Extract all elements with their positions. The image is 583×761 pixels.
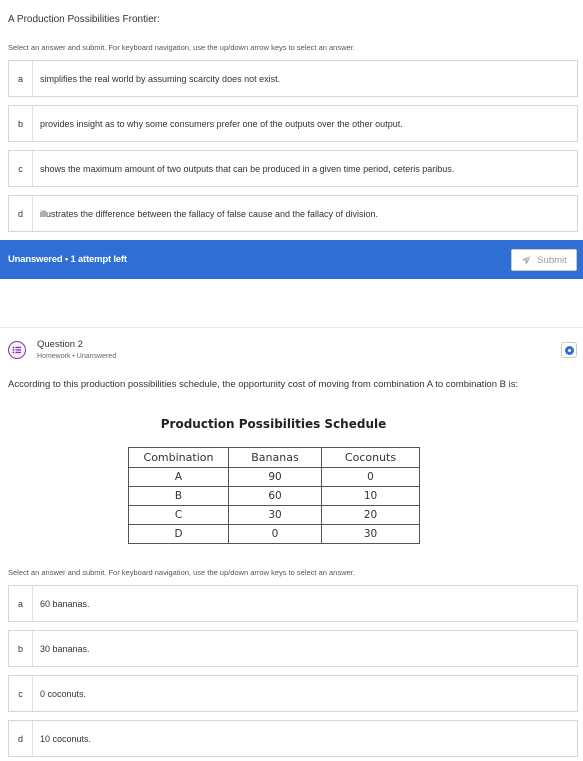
table-row: C 30 20 <box>128 505 420 525</box>
section-divider <box>0 327 583 328</box>
send-icon <box>522 255 532 265</box>
table-row: D 0 30 <box>128 524 420 544</box>
question-2-subtitle: Homework • Unanswered <box>37 353 117 360</box>
header-cell: Bananas <box>228 447 322 468</box>
q1-option-c[interactable]: c shows the maximum amount of two output… <box>8 150 578 187</box>
question-list-icon <box>8 341 26 359</box>
table-title: Production Possibilities Schedule <box>160 417 387 431</box>
table-row: A 90 0 <box>128 467 420 487</box>
option-letter: a <box>9 586 33 621</box>
table-cell: 60 <box>228 486 322 506</box>
option-letter: d <box>9 721 33 756</box>
table-cell: 30 <box>228 505 322 525</box>
option-letter: b <box>9 631 33 666</box>
option-text: simplifies the real world by assuming sc… <box>40 73 281 84</box>
table-header-row: Combination Bananas Coconuts <box>128 447 420 468</box>
option-text: 60 bananas. <box>40 598 90 609</box>
option-letter: d <box>9 196 33 231</box>
q1-option-d[interactable]: d illustrates the difference between the… <box>8 195 578 232</box>
table-cell: 10 <box>321 486 420 506</box>
q2-option-c[interactable]: c 0 coconuts. <box>8 675 578 712</box>
option-text: provides insight as to why some consumer… <box>40 118 403 129</box>
question-1-title: A Production Possibilities Frontier: <box>8 14 160 25</box>
option-letter: c <box>9 151 33 186</box>
info-button[interactable] <box>561 342 577 358</box>
option-letter: a <box>9 61 33 96</box>
table-cell: 0 <box>321 467 420 487</box>
option-text: 10 coconuts. <box>40 733 92 744</box>
table-cell: 30 <box>321 524 420 544</box>
q2-option-b[interactable]: b 30 bananas. <box>8 630 578 667</box>
table-cell: C <box>128 505 229 525</box>
option-text: 0 coconuts. <box>40 688 87 699</box>
table-cell: D <box>128 524 229 544</box>
submit-label: Submit <box>537 254 567 266</box>
info-icon <box>564 345 574 355</box>
table-cell: 90 <box>228 467 322 487</box>
q2-option-d[interactable]: d 10 coconuts. <box>8 720 578 757</box>
table-row: B 60 10 <box>128 486 420 506</box>
q1-option-a[interactable]: a simplifies the real world by assuming … <box>8 60 578 97</box>
option-text: shows the maximum amount of two outputs … <box>40 163 455 174</box>
table-cell: A <box>128 467 229 487</box>
question-2-instructions: Select an answer and submit. For keyboar… <box>8 568 355 577</box>
option-letter: c <box>9 676 33 711</box>
option-text: illustrates the difference between the f… <box>40 208 379 219</box>
question-1-instructions: Select an answer and submit. For keyboar… <box>8 43 355 52</box>
option-letter: b <box>9 106 33 141</box>
status-bar: Unanswered • 1 attempt left Submit <box>0 240 583 279</box>
submit-button[interactable]: Submit <box>511 249 577 271</box>
table-cell: B <box>128 486 229 506</box>
question-2-prompt: According to this production possibiliti… <box>8 379 519 390</box>
question-2-title: Question 2 <box>37 339 83 350</box>
table-cell: 20 <box>321 505 420 525</box>
header-cell: Combination <box>128 447 229 468</box>
q1-option-b[interactable]: b provides insight as to why some consum… <box>8 105 578 142</box>
attempt-status: Unanswered • 1 attempt left <box>8 254 127 265</box>
production-schedule-table: Combination Bananas Coconuts A 90 0 B 60… <box>128 447 420 544</box>
table-cell: 0 <box>228 524 322 544</box>
option-text: 30 bananas. <box>40 643 90 654</box>
q2-option-a[interactable]: a 60 bananas. <box>8 585 578 622</box>
header-cell: Coconuts <box>321 447 420 468</box>
